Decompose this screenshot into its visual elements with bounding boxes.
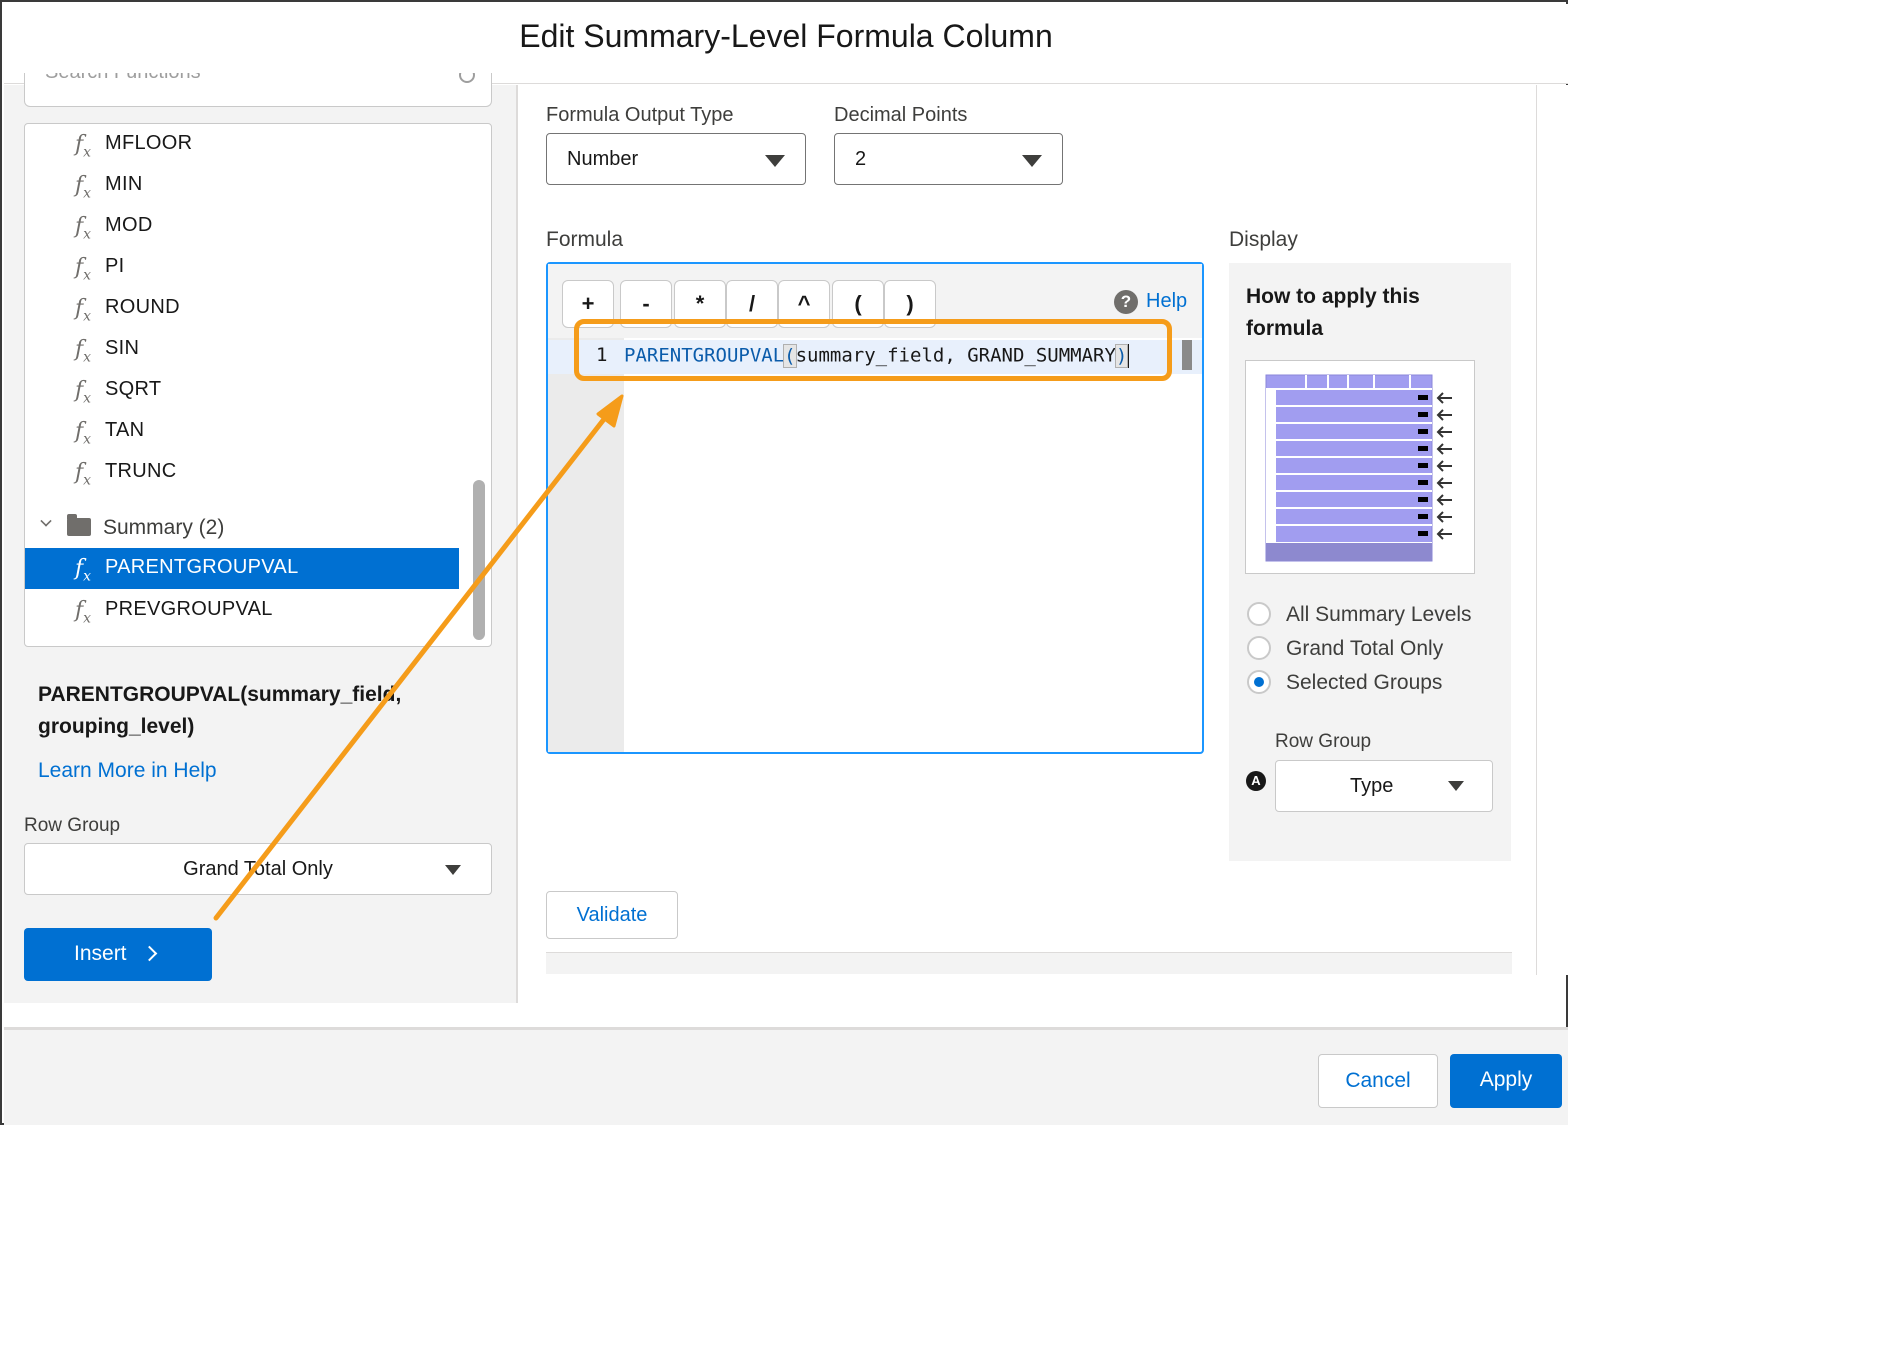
chevron-down-icon[interactable]: [40, 515, 52, 527]
summary-folder-label: Summary (2): [103, 516, 225, 539]
function-item[interactable]: fx SIN: [25, 329, 459, 369]
function-item[interactable]: fx MIN: [25, 165, 459, 205]
function-item[interactable]: fx TRUNC: [25, 452, 459, 492]
display-option-radio[interactable]: [1247, 602, 1271, 626]
display-option-label[interactable]: All Summary Levels: [1286, 603, 1472, 627]
chevron-right-icon: [141, 945, 158, 962]
function-icon: fx: [75, 378, 92, 407]
caret-down-icon: [1022, 155, 1042, 167]
output-type-label: Formula Output Type: [546, 104, 734, 126]
function-label: MIN: [105, 173, 143, 195]
search-functions-input[interactable]: Search Functions: [24, 73, 492, 107]
row-group-label: Row Group: [24, 815, 121, 836]
insert-button[interactable]: Insert: [24, 928, 212, 981]
function-item[interactable]: fx TAN: [25, 411, 459, 451]
display-panel: How to apply this formula All Summary Le…: [1229, 263, 1511, 861]
learn-more-link[interactable]: Learn More in Help: [38, 759, 217, 783]
display-option-label[interactable]: Selected Groups: [1286, 671, 1442, 695]
row-group-type-value: Type: [1350, 775, 1394, 797]
help-icon[interactable]: ?: [1114, 290, 1138, 314]
function-icon: fx: [75, 419, 92, 448]
highlight-callout: [574, 319, 1172, 381]
function-label: TAN: [105, 419, 145, 441]
folder-icon: [67, 514, 91, 536]
function-icon: fx: [75, 296, 92, 325]
decimal-points-select[interactable]: 2: [834, 133, 1063, 185]
function-item[interactable]: fx MFLOOR: [25, 124, 459, 164]
function-label: PI: [105, 255, 125, 277]
function-icon: fx: [75, 460, 92, 489]
row-group-value: Grand Total Only: [183, 858, 333, 880]
caret-down-icon: [1448, 781, 1464, 791]
function-item[interactable]: fx PREVGROUPVAL: [25, 590, 459, 631]
dialog-frame: Edit Summary-Level Formula Column Search…: [0, 0, 1568, 1125]
line-gutter: [548, 338, 624, 752]
dialog-header: Edit Summary-Level Formula Column: [4, 4, 1568, 84]
dialog-footer: Cancel Apply: [4, 1027, 1568, 1125]
output-type-select[interactable]: Number: [546, 133, 806, 185]
function-icon: fx: [75, 173, 92, 202]
cancel-button[interactable]: Cancel: [1318, 1054, 1438, 1108]
caret-down-icon: [765, 155, 785, 167]
decimal-points-value: 2: [855, 148, 867, 170]
output-type-value: Number: [567, 148, 639, 170]
function-icon: fx: [75, 337, 92, 366]
decimal-points-label: Decimal Points: [834, 104, 968, 126]
summary-folder[interactable]: Summary (2): [25, 506, 459, 546]
formula-label: Formula: [546, 228, 624, 251]
function-item[interactable]: fx PI: [25, 247, 459, 287]
function-label: TRUNC: [105, 460, 177, 482]
list-scrollbar[interactable]: [473, 480, 485, 640]
function-label: MOD: [105, 214, 153, 236]
function-label: MFLOOR: [105, 132, 193, 154]
display-option-radio[interactable]: [1247, 670, 1271, 694]
display-option-label[interactable]: Grand Total Only: [1286, 637, 1443, 661]
editor-scrollbar[interactable]: [1182, 340, 1192, 370]
function-item-selected[interactable]: fx PARENTGROUPVAL: [25, 548, 459, 589]
validate-button[interactable]: Validate: [546, 891, 678, 939]
function-signature: PARENTGROUPVAL(summary_field, grouping_l…: [38, 683, 402, 738]
function-label: SQRT: [105, 378, 162, 400]
function-label: PARENTGROUPVAL: [105, 556, 299, 578]
step-badge-icon: A: [1246, 771, 1266, 791]
display-label: Display: [1229, 228, 1298, 251]
function-icon: fx: [75, 556, 92, 585]
row-group-select[interactable]: Grand Total Only: [24, 843, 492, 895]
insert-label: Insert: [74, 942, 127, 965]
search-icon: [459, 73, 475, 83]
display-heading: How to apply this formula: [1246, 285, 1420, 340]
summary-table-illustration: [1245, 360, 1475, 574]
row-group-type-select[interactable]: Type: [1275, 760, 1493, 812]
apply-button[interactable]: Apply: [1450, 1054, 1562, 1108]
function-item[interactable]: fx ROUND: [25, 288, 459, 328]
caret-down-icon: [445, 865, 461, 875]
function-panel: Search Functions fxMFLOORfxMINfxMODfxPIf…: [4, 73, 518, 1003]
row-group-label: Row Group: [1275, 731, 1372, 752]
function-icon: fx: [75, 214, 92, 243]
function-icon: fx: [75, 598, 92, 627]
display-option-radio[interactable]: [1247, 636, 1271, 660]
function-item[interactable]: fx MOD: [25, 206, 459, 246]
function-list[interactable]: fx MFLOOR fx MIN fx MOD fx PI fx ROUND fx SIN fx SQRT…: [24, 123, 492, 647]
function-icon: fx: [75, 255, 92, 284]
content-divider: [546, 952, 1512, 974]
function-label: SIN: [105, 337, 140, 359]
function-item[interactable]: fx SQRT: [25, 370, 459, 410]
dialog-title: Edit Summary-Level Formula Column: [519, 18, 1053, 54]
help-link[interactable]: Help: [1146, 290, 1187, 313]
function-icon: fx: [75, 132, 92, 161]
panel-edge: [1536, 85, 1568, 975]
function-label: PREVGROUPVAL: [105, 598, 273, 620]
search-placeholder: Search Functions: [45, 73, 201, 84]
function-label: ROUND: [105, 296, 180, 318]
